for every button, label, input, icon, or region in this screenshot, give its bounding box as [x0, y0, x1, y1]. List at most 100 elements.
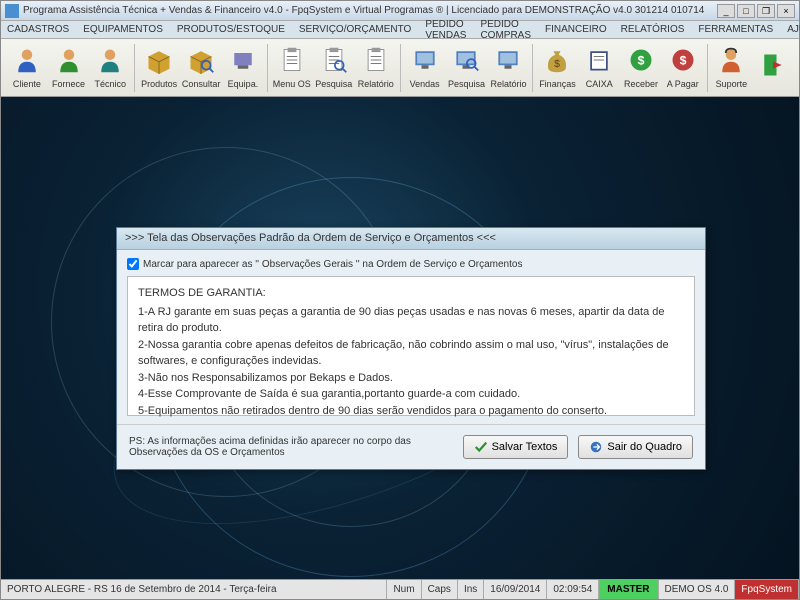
menu-item-cadastros[interactable]: CADASTROS: [5, 23, 71, 36]
status-time: 02:09:54: [547, 580, 599, 599]
toolbar-relatrio-button[interactable]: Relatório: [356, 44, 396, 91]
status-num: Num: [387, 580, 421, 599]
toolbar: Cliente Fornece Técnico Produtos Consultar Eq…: [1, 39, 799, 97]
toolbar-label: Equipa.: [228, 79, 259, 89]
toolbar-label: Fornece: [52, 79, 85, 89]
menu-item-relatrios[interactable]: RELATÓRIOS: [619, 23, 687, 36]
toolbar-label: Cliente: [13, 79, 41, 89]
toolbar-label: Vendas: [410, 79, 440, 89]
person-teal-icon: [96, 46, 124, 78]
toolbar-label: Produtos: [141, 79, 177, 89]
clipboard-icon: [278, 46, 306, 78]
footer-note: PS: As informações acima definidas irão …: [129, 436, 453, 458]
box-icon: [145, 46, 173, 78]
dialog-footer: PS: As informações acima definidas irão …: [117, 424, 705, 469]
toolbar-separator: [707, 44, 708, 92]
status-demo: DEMO OS 4.0: [659, 580, 736, 599]
save-texts-button[interactable]: Salvar Textos: [463, 435, 569, 459]
dialog-body: Marcar para aparecer as '' Observações G…: [117, 250, 705, 424]
toolbar-equipa-button[interactable]: Equipa.: [223, 44, 263, 91]
monitor-icon: [411, 46, 439, 78]
toolbar-receber-button[interactable]: $ Receber: [621, 44, 661, 91]
menu-item-serviooramento[interactable]: SERVIÇO/ORÇAMENTO: [297, 23, 413, 36]
terms-line: 5-Equipamentos não retirados dentro de 9…: [138, 403, 684, 420]
toolbar-produtos-button[interactable]: Produtos: [139, 44, 179, 91]
exit-panel-button[interactable]: Sair do Quadro: [578, 435, 693, 459]
toolbar-exit-button[interactable]: [753, 49, 793, 86]
terms-textarea[interactable]: TERMOS DE GARANTIA: 1-A RJ garante em su…: [127, 276, 695, 416]
dialog-title: >>> Tela das Observações Padrão da Ordem…: [117, 228, 705, 250]
button-label: Sair do Quadro: [607, 441, 682, 453]
toolbar-apagar-button[interactable]: $ A Pagar: [663, 44, 703, 91]
toolbar-separator: [400, 44, 401, 92]
close-button[interactable]: ×: [777, 4, 795, 18]
toolbar-label: Técnico: [95, 79, 127, 89]
app-icon: [5, 4, 19, 18]
titlebar: Programa Assistência Técnica + Vendas & …: [1, 1, 799, 21]
status-ins: Ins: [458, 580, 484, 599]
status-caps: Caps: [422, 580, 458, 599]
toolbar-caixa-button[interactable]: CAIXA: [579, 44, 619, 91]
box-search-icon: [187, 46, 215, 78]
status-master: MASTER: [599, 580, 658, 599]
menu-item-pedidovendas[interactable]: PEDIDO VENDAS: [423, 18, 468, 42]
terms-line: 3-Não nos Responsabilizamos por Bekaps e…: [138, 370, 684, 387]
terms-line: 2-Nossa garantia cobre apenas defeitos d…: [138, 337, 684, 370]
equipment-icon: [229, 46, 257, 78]
coin-green-icon: $: [627, 46, 655, 78]
svg-text:$: $: [679, 53, 686, 67]
exit-icon: [759, 51, 787, 83]
toolbar-menuos-button[interactable]: Menu OS: [272, 44, 312, 91]
button-label: Salvar Textos: [492, 441, 558, 453]
status-location: PORTO ALEGRE - RS 16 de Setembro de 2014…: [1, 580, 387, 599]
toolbar-consultar-button[interactable]: Consultar: [181, 44, 221, 91]
terms-line: 4-Esse Comprovante de Saída é sua garant…: [138, 386, 684, 403]
menu-item-financeiro[interactable]: FINANCEIRO: [543, 23, 609, 36]
toolbar-separator: [267, 44, 268, 92]
menu-item-equipamentos[interactable]: EQUIPAMENTOS: [81, 23, 165, 36]
minimize-button[interactable]: _: [717, 4, 735, 18]
toolbar-label: Finanças: [539, 79, 576, 89]
content-area: >>> Tela das Observações Padrão da Ordem…: [1, 97, 799, 579]
checkbox-label: Marcar para aparecer as '' Observações G…: [143, 259, 522, 270]
toolbar-cliente-button[interactable]: Cliente: [7, 44, 47, 91]
ledger-icon: [585, 46, 613, 78]
statusbar: PORTO ALEGRE - RS 16 de Setembro de 2014…: [1, 579, 799, 599]
terms-line: 1-A RJ garante em suas peças a garantia …: [138, 304, 684, 337]
app-window: Programa Assistência Técnica + Vendas & …: [0, 0, 800, 600]
svg-text:$: $: [638, 53, 645, 67]
toolbar-finanas-button[interactable]: $Finanças: [537, 44, 577, 91]
person-blue-icon: [13, 46, 41, 78]
monitor-report-icon: [494, 46, 522, 78]
menu-item-produtosestoque[interactable]: PRODUTOS/ESTOQUE: [175, 23, 287, 36]
show-observations-checkbox[interactable]: Marcar para aparecer as '' Observações G…: [127, 258, 695, 270]
toolbar-label: Suporte: [716, 79, 748, 89]
check-icon: [474, 440, 488, 454]
toolbar-separator: [134, 44, 135, 92]
observations-dialog: >>> Tela das Observações Padrão da Ordem…: [116, 227, 706, 470]
toolbar-label: A Pagar: [667, 79, 699, 89]
toolbar-fornece-button[interactable]: Fornece: [49, 44, 89, 91]
restore-button[interactable]: ❐: [757, 4, 775, 18]
money-bag-icon: $: [543, 46, 571, 78]
toolbar-tcnico-button[interactable]: Técnico: [90, 44, 130, 91]
toolbar-label: Receber: [624, 79, 658, 89]
toolbar-label: Menu OS: [273, 79, 311, 89]
toolbar-label: Pesquisa: [315, 79, 352, 89]
toolbar-label: Consultar: [182, 79, 221, 89]
toolbar-suporte-button[interactable]: Suporte: [712, 44, 752, 91]
toolbar-label: Relatório: [490, 79, 526, 89]
status-brand: FpqSystem: [735, 580, 799, 599]
menu-item-ferramentas[interactable]: FERRAMENTAS: [696, 23, 775, 36]
window-buttons: _ □ ❐ ×: [717, 4, 795, 18]
menu-item-pedidocompras[interactable]: PEDIDO COMPRAS: [478, 18, 533, 42]
checkbox-input[interactable]: [127, 258, 139, 270]
toolbar-pesquisa-button[interactable]: Pesquisa: [314, 44, 354, 91]
menu-item-ajuda[interactable]: AJUDA: [785, 23, 800, 36]
toolbar-label: Pesquisa: [448, 79, 485, 89]
maximize-button[interactable]: □: [737, 4, 755, 18]
toolbar-label: CAIXA: [586, 79, 613, 89]
toolbar-relatrio-button[interactable]: Relatório: [488, 44, 528, 91]
toolbar-vendas-button[interactable]: Vendas: [405, 44, 445, 91]
toolbar-pesquisa-button[interactable]: Pesquisa: [446, 44, 486, 91]
